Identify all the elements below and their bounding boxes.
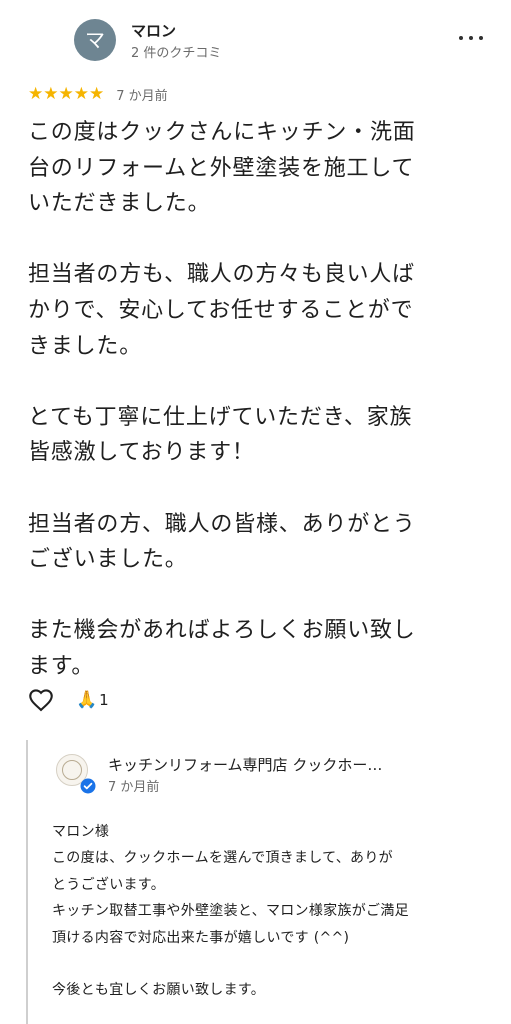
rating-row: ★★★★★ 7 か月前 — [28, 84, 168, 104]
review-actions: 🙏 1 — [26, 684, 109, 716]
reviewer-name[interactable]: マロン — [131, 20, 176, 41]
reviewer-avatar[interactable]: マ — [74, 19, 116, 61]
verified-badge-icon — [80, 778, 96, 794]
review-text: この度はクックさんにキッチン・洗面 台のリフォームと外壁塗装を施工して いただき… — [28, 120, 416, 679]
owner-reply-text: マロン様 この度は、クックホームを選んで頂きまして、ありが とうございます。 キ… — [52, 824, 409, 999]
praying-hands-icon: 🙏 — [76, 690, 98, 710]
owner-reply-date: 7 か月前 — [108, 780, 160, 795]
reaction-button[interactable]: 🙏 1 — [76, 690, 109, 710]
star-rating: ★★★★★ — [28, 84, 105, 104]
reaction-count: 1 — [99, 691, 109, 709]
more-options-icon[interactable] — [458, 28, 484, 48]
reviewer-review-count: 2 件のクチコミ — [131, 46, 222, 61]
owner-name[interactable]: キッチンリフォーム専門店 クックホー… — [108, 754, 382, 775]
review-date: 7 か月前 — [116, 88, 168, 104]
review-header: マ マロン 2 件のクチコミ — [0, 0, 511, 80]
heart-icon[interactable] — [26, 686, 56, 714]
owner-reply: キッチンリフォーム専門店 クックホー… 7 か月前 マロン様 この度は、クックホ… — [26, 740, 511, 1024]
